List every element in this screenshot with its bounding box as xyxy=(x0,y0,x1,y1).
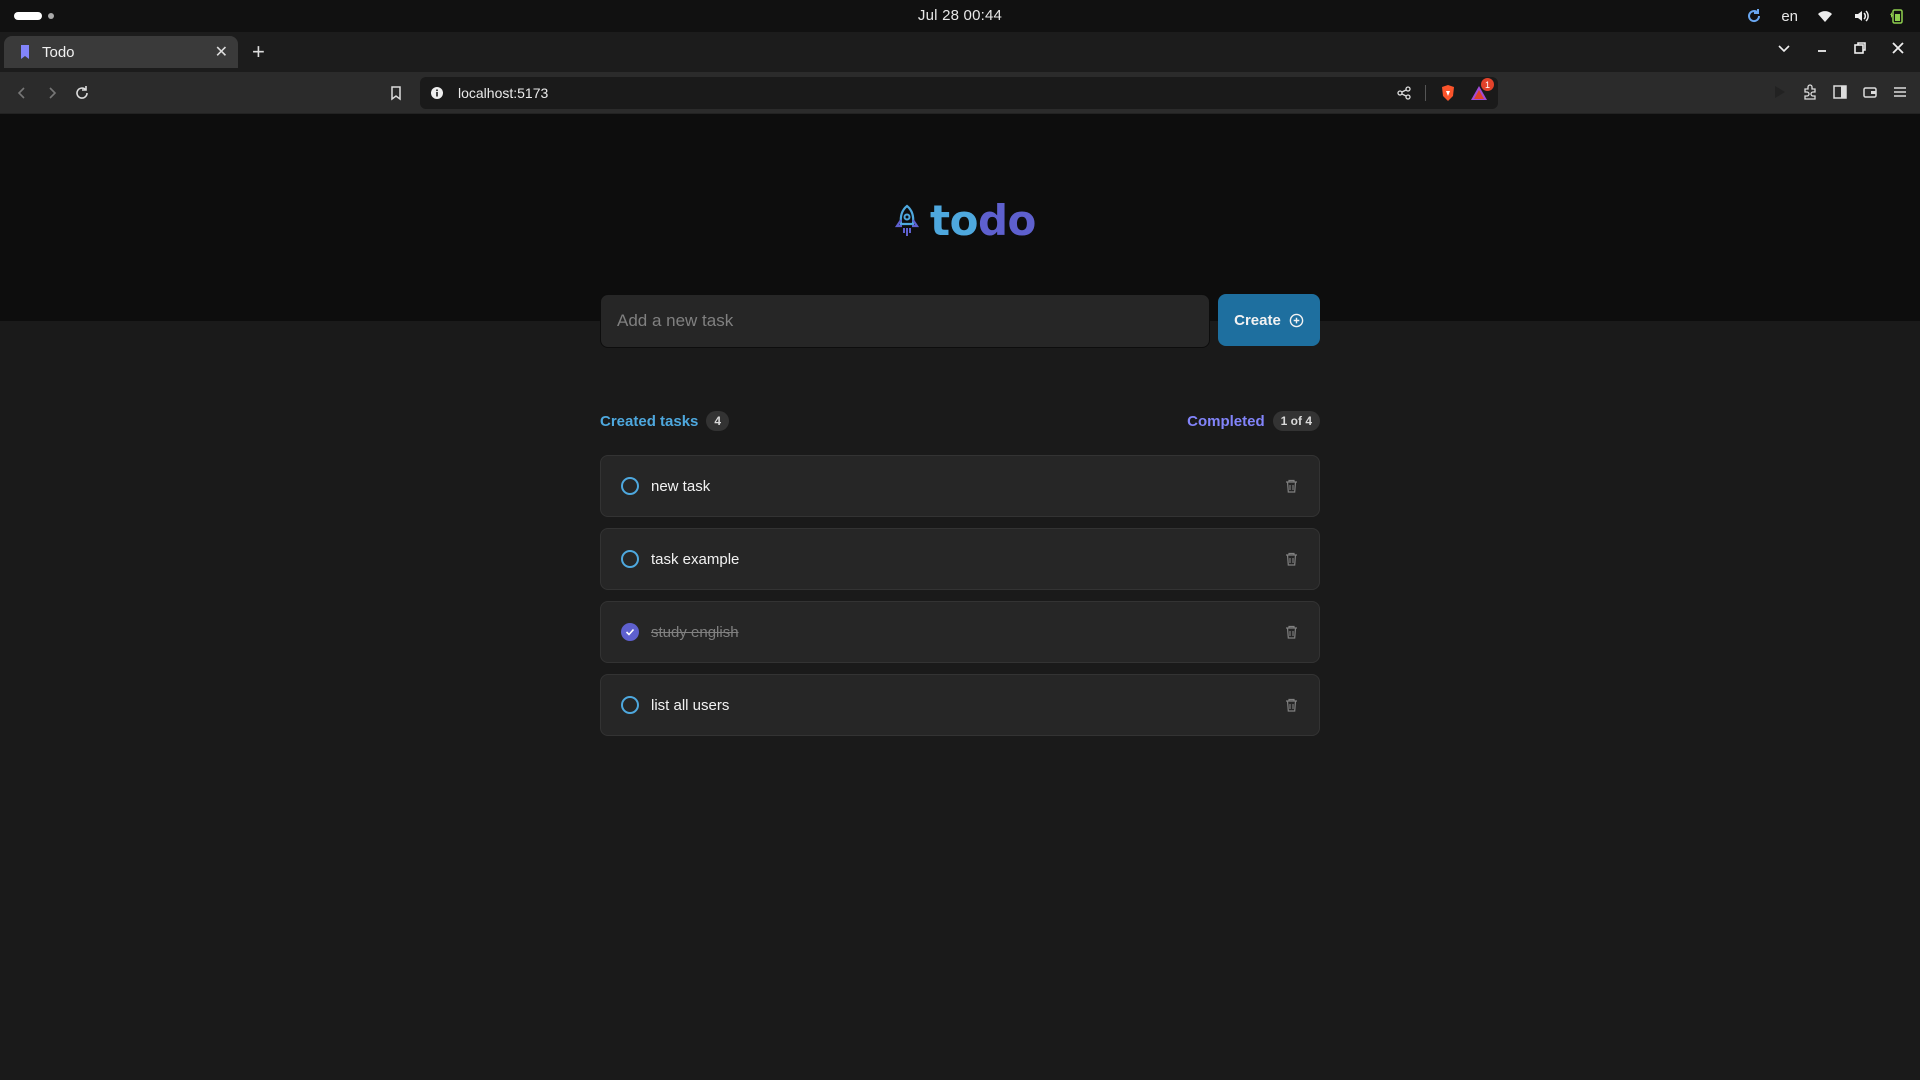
workspace-indicator[interactable] xyxy=(14,12,54,20)
task-label: task example xyxy=(651,550,740,568)
task-checkbox[interactable] xyxy=(621,550,639,568)
task-label: study english xyxy=(651,623,739,641)
trash-icon[interactable] xyxy=(1279,474,1303,498)
active-workspace-pill xyxy=(14,12,42,20)
volume-icon[interactable] xyxy=(1852,7,1870,25)
rewards-badge: 1 xyxy=(1481,78,1494,91)
task-list: new task task example study english list… xyxy=(600,455,1320,747)
divider xyxy=(1425,85,1426,101)
created-tasks-counter: Created tasks 4 xyxy=(600,411,730,431)
os-clock[interactable]: Jul 28 00:44 xyxy=(918,7,1002,24)
add-task-form: Create xyxy=(600,294,1320,348)
rocket-favicon-icon xyxy=(18,44,32,60)
forward-icon[interactable] xyxy=(42,83,62,103)
share-icon[interactable] xyxy=(1397,86,1411,100)
wifi-icon[interactable] xyxy=(1816,7,1834,25)
created-count-badge: 4 xyxy=(706,411,730,431)
browser-toolbar: 1 xyxy=(0,72,1920,114)
create-button-label: Create xyxy=(1234,311,1281,329)
refresh-icon[interactable] xyxy=(1745,7,1763,25)
task-item: task example xyxy=(600,528,1320,590)
logo-text-to: to xyxy=(930,196,978,245)
task-checkbox[interactable] xyxy=(621,696,639,714)
task-summary: Created tasks 4 Completed 1 of 4 xyxy=(600,410,1320,432)
site-info-icon[interactable] xyxy=(430,86,444,100)
trash-icon[interactable] xyxy=(1279,620,1303,644)
bookmark-icon[interactable] xyxy=(386,83,406,103)
new-tab-button[interactable]: + xyxy=(252,41,265,63)
create-button[interactable]: Create xyxy=(1218,294,1320,346)
brave-shield-icon[interactable] xyxy=(1440,84,1456,102)
app-logo: todo xyxy=(892,196,1036,245)
rocket-icon xyxy=(892,203,922,239)
browser-tab-strip: Todo ✕ + xyxy=(0,32,1920,72)
completed-label: Completed xyxy=(1187,412,1265,430)
tab-title: Todo xyxy=(42,43,75,61)
trash-icon[interactable] xyxy=(1279,693,1303,717)
task-checkbox[interactable] xyxy=(621,623,639,641)
close-tab-icon[interactable]: ✕ xyxy=(215,42,228,62)
completed-tasks-counter: Completed 1 of 4 xyxy=(1187,411,1320,431)
trash-icon[interactable] xyxy=(1279,547,1303,571)
task-item: list all users xyxy=(600,674,1320,736)
restore-icon[interactable] xyxy=(1852,40,1868,56)
url-input[interactable] xyxy=(456,84,1397,102)
completed-count-badge: 1 of 4 xyxy=(1272,411,1320,431)
tab-todo[interactable]: Todo ✕ xyxy=(4,36,238,68)
leo-ai-icon[interactable] xyxy=(1772,83,1788,101)
back-icon[interactable] xyxy=(12,83,32,103)
task-item: new task xyxy=(600,455,1320,517)
workspace-dot xyxy=(48,13,54,19)
battery-icon[interactable] xyxy=(1888,7,1906,25)
new-task-input[interactable] xyxy=(600,294,1210,348)
os-top-bar: Jul 28 00:44 en xyxy=(0,0,1920,32)
logo-text-do: do xyxy=(977,196,1036,245)
task-label: list all users xyxy=(651,696,730,714)
app-title: todo xyxy=(930,196,1036,245)
menu-icon[interactable] xyxy=(1892,83,1908,101)
wallet-icon[interactable] xyxy=(1862,83,1878,101)
language-indicator[interactable]: en xyxy=(1781,8,1798,25)
reload-icon[interactable] xyxy=(72,83,92,103)
close-window-icon[interactable] xyxy=(1890,40,1906,56)
created-tasks-label: Created tasks xyxy=(600,412,699,430)
brave-rewards-icon[interactable]: 1 xyxy=(1470,78,1494,102)
task-item: study english xyxy=(600,601,1320,663)
task-label: new task xyxy=(651,477,711,495)
minimize-icon[interactable] xyxy=(1814,40,1830,56)
task-checkbox[interactable] xyxy=(621,477,639,495)
address-bar[interactable]: 1 xyxy=(420,77,1498,109)
extensions-icon[interactable] xyxy=(1802,83,1818,101)
tab-search-chevron-icon[interactable] xyxy=(1776,40,1792,56)
sidebar-icon[interactable] xyxy=(1832,83,1848,101)
plus-circle-icon xyxy=(1289,313,1304,327)
